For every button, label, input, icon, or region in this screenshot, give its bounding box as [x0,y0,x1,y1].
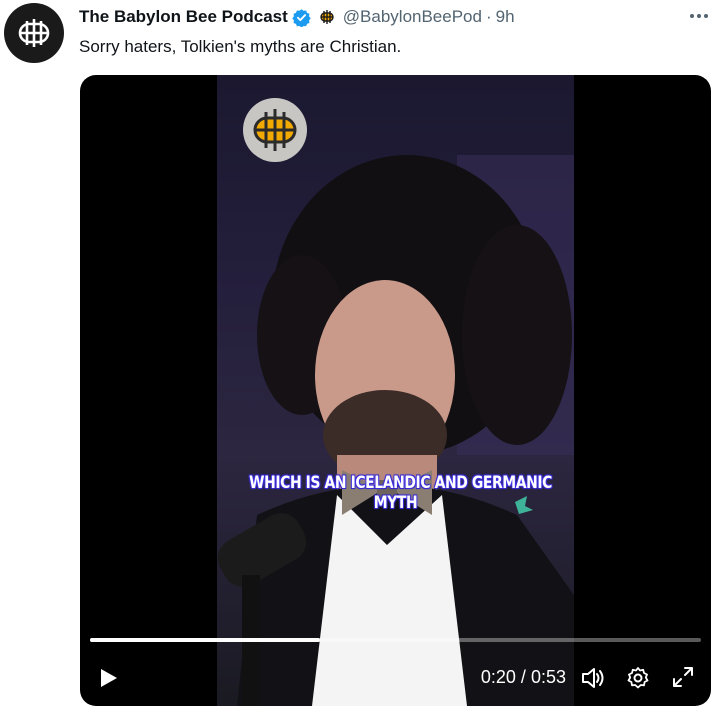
tweet-text: Sorry haters, Tolkien's myths are Christ… [79,37,402,56]
video-progress-fill [90,638,321,642]
caption-line: WHICH IS AN ICELANDIC AND GERMANIC [249,473,553,493]
fullscreen-icon[interactable] [671,665,695,689]
play-icon[interactable] [96,666,120,690]
author-handle[interactable]: @BabylonBeePod [343,7,482,27]
duration: 0:53 [530,667,566,687]
more-options-icon[interactable] [686,4,712,28]
video-time-readout: 0:20 / 0:53 [481,667,566,688]
settings-gear-icon[interactable] [626,666,650,690]
babylon-bee-logo-icon [243,98,307,162]
video-still-image [217,155,574,706]
video-caption: WHICH IS AN ICELANDIC AND GERMANIC MYTH [249,473,553,513]
author-display-name[interactable]: The Babylon Bee Podcast [79,7,288,27]
time-separator: / [520,667,526,687]
caption-line: MYTH [373,493,418,513]
volume-icon[interactable] [580,665,606,691]
current-time: 0:20 [480,667,516,687]
babylon-bee-badge-icon[interactable] [317,7,337,27]
video-frame[interactable]: WHICH IS AN ICELANDIC AND GERMANIC MYTH [217,75,574,706]
author-avatar[interactable] [4,3,64,63]
tweet-header: The Babylon Bee Podcast @BabylonBeePod ·… [79,6,515,28]
video-progress-bar[interactable] [90,638,701,642]
video-player[interactable]: WHICH IS AN ICELANDIC AND GERMANIC MYTH … [80,75,711,706]
header-separator: · [485,7,492,26]
video-controls: 0:20 / 0:53 [80,660,711,696]
babylon-bee-logo-icon [12,11,56,55]
tweet-timestamp[interactable]: 9h [496,7,515,27]
verified-badge-icon[interactable] [292,8,311,27]
